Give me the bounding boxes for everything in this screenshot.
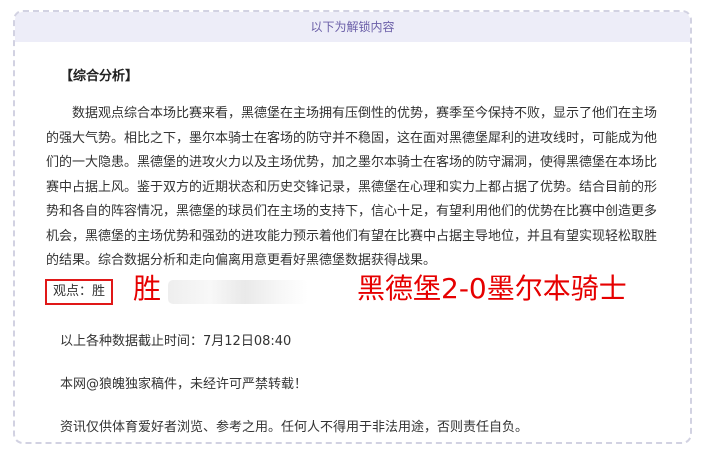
disclaimer-text: 资讯仅供体育爱好者浏览、参考之用。任何人不得用于非法用途，否则责任自负。 <box>60 420 529 435</box>
analysis-paragraph: 数据观点综合本场比赛来看，黑德堡在主场拥有压倒性的优势，赛季至今保持不败，显示了… <box>46 106 658 268</box>
opinion-result: 胜 <box>133 272 162 305</box>
data-cutoff-time: 以上各种数据截止时间：7月12日08:40 <box>60 334 292 349</box>
score-prediction: 黑德堡2-0墨尔本骑士 <box>357 272 627 305</box>
unlock-header: 以下为解锁内容 <box>15 12 690 42</box>
blurred-content <box>168 280 308 304</box>
unlocked-content-card: 以下为解锁内容 【综合分析】 数据观点综合本场比赛来看，黑德堡在主场拥有压倒性的… <box>13 10 692 444</box>
copyright-notice: 本网@狼魄独家稿件，未经许可严禁转载！ <box>60 377 308 392</box>
opinion-row: 观点：胜 胜 黑德堡2-0墨尔本骑士 <box>45 272 675 308</box>
opinion-label: 观点：胜 <box>45 279 114 305</box>
section-title: 【综合分析】 <box>60 69 139 84</box>
